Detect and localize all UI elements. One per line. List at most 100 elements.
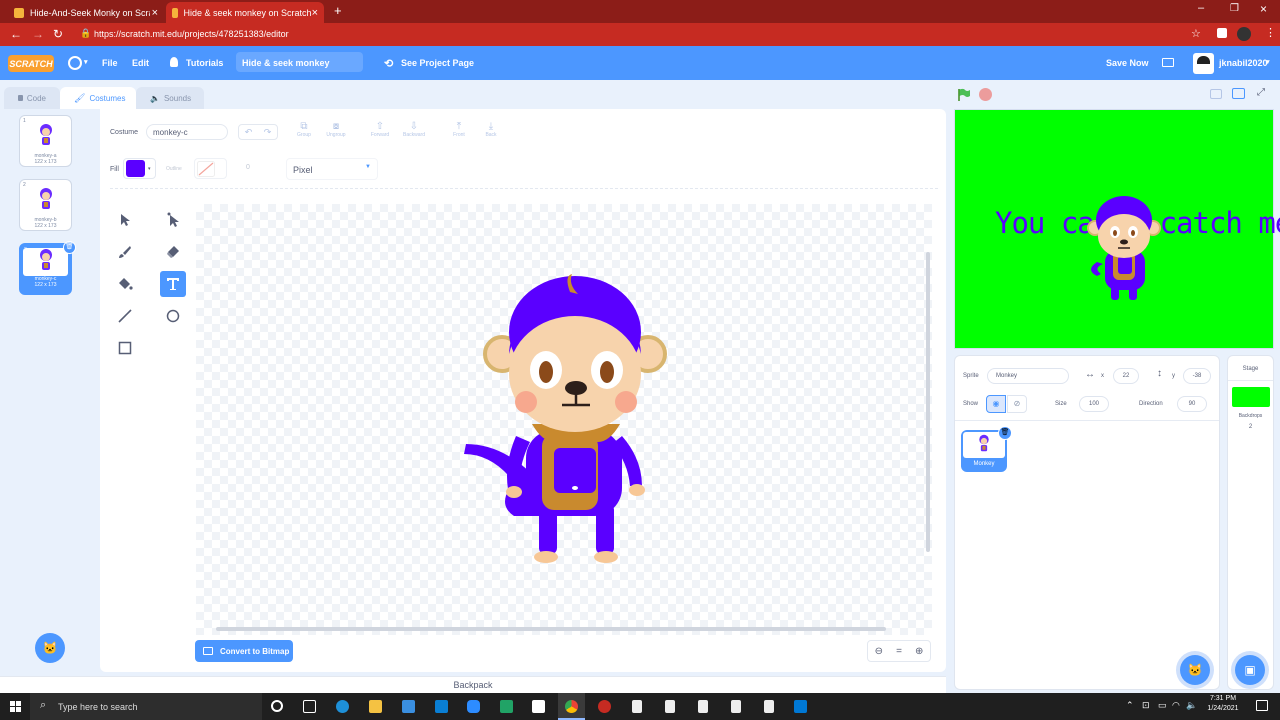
document-icon[interactable] xyxy=(764,700,774,713)
stage-selector-panel[interactable]: Stage Backdrops 2 xyxy=(1227,355,1274,690)
show-visible-button[interactable]: ◉ xyxy=(986,395,1006,413)
battery-icon[interactable]: ▭ xyxy=(1158,700,1167,711)
back-button[interactable]: ⤓ Back xyxy=(480,121,502,138)
reshape-tool[interactable] xyxy=(160,207,186,233)
fill-color-picker[interactable]: ▾ xyxy=(123,158,156,179)
green-flag-icon[interactable] xyxy=(957,88,971,102)
font-select[interactable]: Pixel ▼ xyxy=(286,158,378,180)
outline-color-picker[interactable] xyxy=(194,158,227,179)
wifi-icon[interactable]: ◠ xyxy=(1172,700,1180,711)
circle-tool[interactable] xyxy=(160,303,186,329)
volume-icon[interactable]: 🔈 xyxy=(1186,700,1197,711)
url-input[interactable]: https://scratch.mit.edu/projects/4782513… xyxy=(94,29,289,39)
large-stage-icon[interactable] xyxy=(1232,88,1245,99)
direction-input[interactable]: 90 xyxy=(1177,396,1207,412)
excel-icon[interactable] xyxy=(500,700,513,713)
edge-icon[interactable] xyxy=(336,700,349,713)
backward-button[interactable]: ⇩ Backward xyxy=(398,121,430,138)
profile-avatar[interactable] xyxy=(1237,27,1251,41)
fill-tool[interactable] xyxy=(112,271,138,297)
forward-button[interactable]: ⇧ Forward xyxy=(366,121,394,138)
close-window-icon[interactable]: × xyxy=(1260,2,1267,16)
delete-sprite-icon[interactable]: 🗑 xyxy=(998,426,1012,440)
delete-costume-icon[interactable]: 🗑 xyxy=(63,241,76,254)
select-tool[interactable] xyxy=(112,207,138,233)
document-icon[interactable] xyxy=(731,700,741,713)
line-tool[interactable] xyxy=(112,303,138,329)
fullscreen-icon[interactable]: ⤢ xyxy=(1257,87,1265,98)
paint-canvas[interactable] xyxy=(196,204,932,635)
undo-icon[interactable]: ↶ xyxy=(245,127,253,138)
windows-start-icon[interactable] xyxy=(10,701,21,712)
reload-icon[interactable]: ↻ xyxy=(53,27,63,41)
backpack-bar[interactable]: Backpack xyxy=(0,676,946,693)
username-menu[interactable]: jknabil2020 xyxy=(1219,58,1268,68)
taskbar-search[interactable]: ⌕ Type here to search xyxy=(30,693,262,720)
text-tool[interactable] xyxy=(160,271,186,297)
horizontal-scrollbar[interactable] xyxy=(216,627,886,631)
chrome-profile-icon[interactable] xyxy=(598,700,611,713)
choose-costume-button[interactable]: 🐱 xyxy=(35,633,65,663)
eraser-tool[interactable] xyxy=(160,239,186,265)
small-stage-icon[interactable] xyxy=(1210,89,1222,99)
extensions-icon[interactable] xyxy=(1217,28,1227,38)
costume-name-input[interactable]: monkey-c xyxy=(146,124,228,140)
back-icon[interactable]: ← xyxy=(10,27,22,41)
browser-menu-icon[interactable]: ⋮ xyxy=(1265,26,1276,39)
notifications-icon[interactable] xyxy=(1256,700,1268,711)
browser-tab-1[interactable]: Hide-And-Seek Monky on Scratch × xyxy=(8,2,164,23)
close-tab-icon[interactable]: × xyxy=(312,7,318,19)
scratch-logo[interactable]: SCRATCH xyxy=(8,55,54,72)
size-input[interactable]: 100 xyxy=(1079,396,1109,412)
show-hidden-button[interactable]: ⊘ xyxy=(1007,395,1027,413)
front-button[interactable]: ⤒ Front xyxy=(448,121,470,138)
network-icon[interactable]: ⊡ xyxy=(1142,700,1150,711)
store-icon[interactable] xyxy=(532,700,545,713)
project-title-input[interactable]: Hide & seek monkey xyxy=(236,52,363,72)
vertical-scrollbar[interactable] xyxy=(926,252,930,552)
app-icon[interactable] xyxy=(435,700,448,713)
minimize-icon[interactable]: – xyxy=(1198,2,1204,14)
document-icon[interactable] xyxy=(698,700,708,713)
x-input[interactable]: 22 xyxy=(1113,368,1139,384)
forward-icon[interactable]: → xyxy=(32,27,44,41)
tab-costumes[interactable]: 🖌 Costumes xyxy=(60,87,136,109)
document-icon[interactable] xyxy=(665,700,675,713)
choose-backdrop-button[interactable]: ▣ xyxy=(1235,655,1265,685)
vscode-icon[interactable] xyxy=(794,700,807,713)
costume-item[interactable]: 1 monkey-a 122 x 173 xyxy=(19,115,72,167)
restore-icon[interactable]: ❐ xyxy=(1230,3,1239,14)
costume-item-selected[interactable]: 3 🗑 monkey-c 122 x 173 xyxy=(19,241,76,295)
file-menu[interactable]: File xyxy=(102,58,118,68)
close-tab-icon[interactable]: × xyxy=(152,7,158,19)
stop-icon[interactable] xyxy=(979,88,992,101)
clock[interactable]: 7:31 PM 1/24/2021 xyxy=(1203,695,1243,712)
sprite-tile-monkey[interactable]: Monkey 🗑 xyxy=(961,426,1012,472)
mail-icon[interactable] xyxy=(402,700,415,713)
tab-code[interactable]: Code xyxy=(4,87,60,109)
sprite-name-input[interactable]: Monkey xyxy=(987,368,1069,384)
star-icon[interactable]: ☆ xyxy=(1191,27,1201,40)
see-project-page-button[interactable]: See Project Page xyxy=(401,58,474,68)
outline-width-input[interactable]: 0 xyxy=(246,164,250,171)
new-tab-icon[interactable]: + xyxy=(334,3,342,18)
zoom-app-icon[interactable] xyxy=(467,700,480,713)
document-icon[interactable] xyxy=(632,700,642,713)
zoom-in-icon[interactable]: ⊕ xyxy=(915,646,923,657)
tutorials-menu[interactable]: Tutorials xyxy=(186,58,223,68)
tab-sounds[interactable]: 🔈 Sounds xyxy=(136,87,204,109)
y-input[interactable]: -38 xyxy=(1183,368,1211,384)
user-avatar[interactable] xyxy=(1193,53,1214,74)
file-explorer-icon[interactable] xyxy=(369,700,382,713)
zoom-out-icon[interactable]: ⊖ xyxy=(875,646,883,657)
convert-to-bitmap-button[interactable]: Convert to Bitmap xyxy=(195,640,293,662)
my-stuff-folder-icon[interactable] xyxy=(1162,58,1174,67)
group-button[interactable]: ⧉ Group xyxy=(294,121,314,138)
task-view-icon[interactable] xyxy=(303,700,316,713)
zoom-reset-icon[interactable]: = xyxy=(896,646,902,657)
save-now-button[interactable]: Save Now xyxy=(1106,58,1149,68)
redo-icon[interactable]: ↷ xyxy=(264,127,272,138)
browser-tab-2[interactable]: Hide & seek monkey on Scratch × xyxy=(166,2,324,23)
edit-menu[interactable]: Edit xyxy=(132,58,149,68)
stage-canvas[interactable]: You can't catch me! xyxy=(954,109,1280,349)
